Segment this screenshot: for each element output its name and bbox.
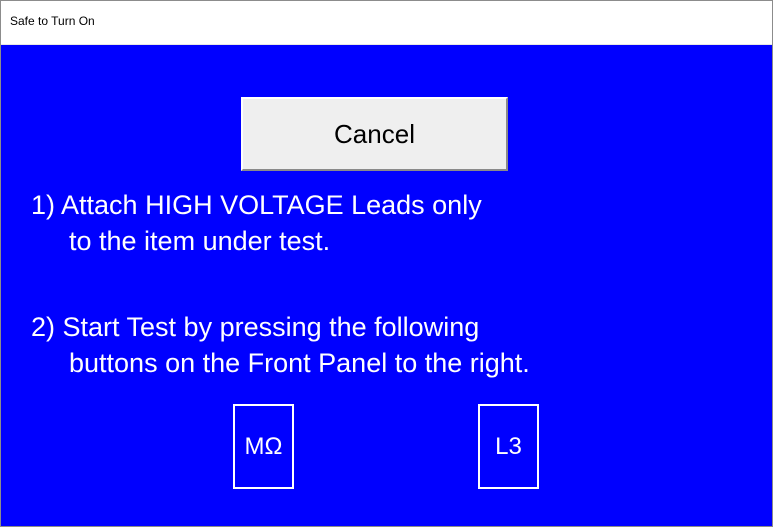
instruction-step-1-line-1: 1) Attach HIGH VOLTAGE Leads only <box>31 190 482 220</box>
dialog-content: Cancel 1) Attach HIGH VOLTAGE Leads only… <box>1 45 772 526</box>
l3-button[interactable]: L3 <box>478 404 539 489</box>
instruction-step-2-line-1: 2) Start Test by pressing the following <box>31 312 480 342</box>
megohm-button[interactable]: MΩ <box>233 404 294 489</box>
instruction-step-2-line-2: buttons on the Front Panel to the right. <box>69 348 530 378</box>
window-title: Safe to Turn On <box>10 14 95 28</box>
instruction-step-1-line-2: to the item under test. <box>69 226 331 256</box>
title-bar[interactable]: Safe to Turn On <box>1 1 772 45</box>
dialog-window: Safe to Turn On Cancel 1) Attach HIGH VO… <box>0 0 773 527</box>
cancel-button[interactable]: Cancel <box>241 97 508 171</box>
